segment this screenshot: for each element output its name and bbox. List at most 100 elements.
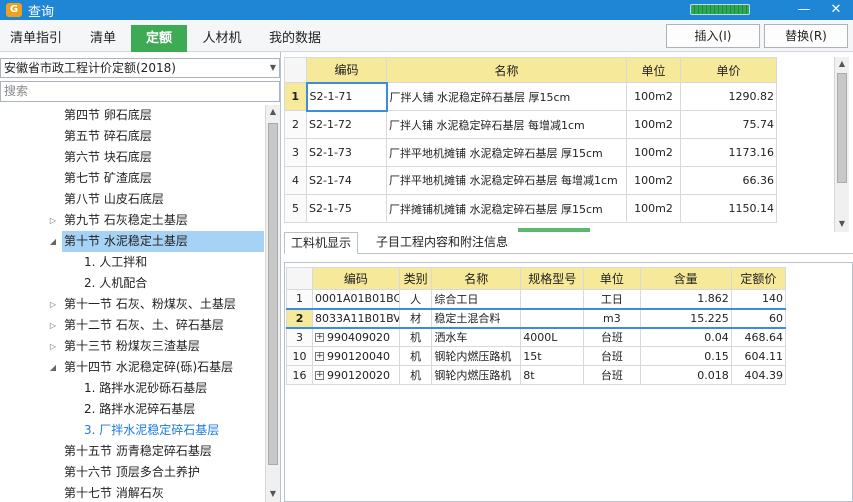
tab-material-display[interactable]: 工料机显示 [284,232,359,254]
tab-list-guide[interactable]: 清单指引 [0,25,72,52]
expand-icon[interactable]: ▷ [48,210,58,231]
tree-node[interactable]: ▷ 第十一节 石灰、粉煤灰、土基层 [0,294,264,315]
header-category[interactable]: 类别 [398,267,433,290]
header-name[interactable]: 名称 [386,57,627,83]
tree-node-selected[interactable]: ◢ 第十节 水泥稳定土基层 [0,231,264,252]
header-unit[interactable]: 单位 [626,57,681,83]
collapse-icon[interactable]: ◢ [48,231,58,252]
row-number: 1 [284,82,307,111]
tab-quota[interactable]: 定额 [131,25,187,52]
row-number: 16 [285,365,314,385]
header-code[interactable]: 编码 [306,57,387,83]
tree-node-label: 3. 厂拌水泥稳定碎石基层 [84,423,220,437]
tree-node[interactable]: 第十七节 消解石灰 [0,483,264,502]
header-name[interactable]: 名称 [431,267,522,290]
expand-icon[interactable]: ▷ [48,315,58,336]
quota-code[interactable]: S2-1-71 [305,81,388,112]
expand-icon[interactable]: ▷ [48,294,58,315]
resource-quantity[interactable]: 15.225 [639,307,732,329]
tree-node[interactable]: 第十六节 顶层多合土养护 [0,462,264,483]
tree-node-active[interactable]: 3. 厂拌水泥稳定碎石基层 [0,420,264,441]
expand-plus-icon[interactable]: + [315,352,325,361]
table-row[interactable]: 3 +990409020 机 洒水车 4000L 台班 0.04 468.64 [285,327,787,347]
standard-select-value: 安徽省市政工程计价定额(2018) [4,61,176,75]
quota-scroll-thumb[interactable] [837,73,847,183]
resource-unit: 台班 [583,327,641,347]
tree-node[interactable]: ▷ 第十三节 粉煤灰三渣基层 [0,336,264,357]
tab-work-content[interactable]: 子目工程内容和附注信息 [370,232,514,254]
standard-select[interactable]: 安徽省市政工程计价定额(2018) ▼ [0,58,280,78]
tree-node[interactable]: 第四节 卵石底层 [0,105,264,126]
tree-node[interactable]: 第八节 山皮石底层 [0,189,264,210]
scroll-down-icon[interactable]: ▼ [266,487,280,501]
tree-node[interactable]: 第五节 碎石底层 [0,126,264,147]
resource-code-cell[interactable]: +990409020 [312,327,400,347]
tree-node-label: 第十四节 水泥稳定碎(砾)石基层 [64,360,234,374]
quota-code[interactable]: S2-1-75 [306,194,387,223]
tree-node[interactable]: 2. 路拌水泥碎石基层 [0,399,264,420]
expand-icon[interactable]: ▷ [48,336,58,357]
expand-plus-icon[interactable]: + [315,333,325,343]
header-price[interactable]: 单价 [680,57,777,83]
search-input[interactable]: 搜索 [0,81,280,102]
header-quota-price[interactable]: 定额价 [730,267,787,290]
minimize-icon[interactable]: — [792,0,816,20]
tab-labor-material-machine[interactable]: 人材机 [190,25,254,52]
resource-spec [520,289,585,309]
resource-spec: 15t [520,346,585,366]
close-icon[interactable]: ✕ [824,0,848,20]
resource-code[interactable]: 8033A11B01BV [312,307,400,329]
tree-node[interactable]: 第六节 块石底层 [0,147,264,168]
tree-node[interactable]: 2. 人机配合 [0,273,264,294]
quota-code[interactable]: S2-1-73 [306,138,387,167]
header-code[interactable]: 编码 [312,267,400,290]
quota-code[interactable]: S2-1-74 [306,166,387,195]
table-row[interactable]: 3 S2-1-73 厂拌平地机摊铺 水泥稳定碎石基层 厚15cm 100m2 1… [284,138,777,167]
resource-code[interactable]: 0001A01B01BC [312,289,400,309]
scroll-up-icon[interactable]: ▲ [835,57,849,71]
resource-unit: 工日 [583,289,641,309]
resource-quantity[interactable]: 0.04 [639,327,732,347]
tree-node[interactable]: ▷ 第十二节 石灰、土、碎石基层 [0,315,264,336]
table-row[interactable]: 16 +990120020 机 钢轮内燃压路机 8t 台班 0.018 404.… [285,365,787,385]
table-row[interactable]: 10 +990120040 机 钢轮内燃压路机 15t 台班 0.15 604.… [285,346,787,366]
tree-node[interactable]: 第七节 矿渣底层 [0,168,264,189]
quota-name: 厂拌人铺 水泥稳定碎石基层 厚15cm [386,82,627,111]
table-row[interactable]: 1 0001A01B01BC 人 综合工日 工日 1.862 140 [285,289,787,309]
collapse-icon[interactable]: ◢ [48,357,58,378]
replace-button[interactable]: 替换(R) [764,24,848,48]
table-row-selected[interactable]: 2 8033A11B01BV 材 稳定土混合料 m3 15.225 60 [285,307,787,329]
resource-unit: m3 [583,307,641,329]
tree-node[interactable]: 1. 人工拌和 [0,252,264,273]
quota-scrollbar[interactable]: ▲ ▼ [834,57,849,232]
tree-scrollbar[interactable]: ▲ ▼ [265,105,280,502]
tree-node-label: 第十二节 石灰、土、碎石基层 [64,318,224,332]
header-spec[interactable]: 规格型号 [520,267,585,290]
resource-code-cell[interactable]: +990120020 [312,365,400,385]
resource-quantity[interactable]: 1.862 [639,289,732,309]
resource-price: 140 [730,289,787,309]
table-row[interactable]: 2 S2-1-72 厂拌人铺 水泥稳定碎石基层 每增减1cm 100m2 75.… [284,110,777,139]
resource-code-cell[interactable]: +990120040 [312,346,400,366]
tree-node[interactable]: ◢ 第十四节 水泥稳定碎(砾)石基层 [0,357,264,378]
tree-node[interactable]: 第十五节 沥青稳定碎石基层 [0,441,264,462]
header-unit[interactable]: 单位 [583,267,641,290]
tree-node[interactable]: 1. 路拌水泥砂砾石基层 [0,378,264,399]
quota-price: 66.36 [680,166,777,195]
table-row[interactable]: 4 S2-1-74 厂拌平地机摊铺 水泥稳定碎石基层 每增减1cm 100m2 … [284,166,777,195]
table-row[interactable]: 5 S2-1-75 厂拌摊铺机摊铺 水泥稳定碎石基层 厚15cm 100m2 1… [284,194,777,223]
expand-plus-icon[interactable]: + [315,371,325,380]
table-row[interactable]: 1 S2-1-71 厂拌人铺 水泥稳定碎石基层 厚15cm 100m2 1290… [284,81,777,112]
tab-list[interactable]: 清单 [76,25,130,52]
insert-button[interactable]: 插入(I) [666,24,760,48]
scroll-up-icon[interactable]: ▲ [266,105,280,119]
resource-quantity[interactable]: 0.15 [639,346,732,366]
header-quantity[interactable]: 含量 [639,267,732,290]
tree-scroll-thumb[interactable] [268,123,278,465]
resource-quantity[interactable]: 0.018 [639,365,732,385]
tab-my-data[interactable]: 我的数据 [258,25,332,52]
tree-node[interactable]: ▷ 第九节 石灰稳定土基层 [0,210,264,231]
scroll-down-icon[interactable]: ▼ [835,217,849,231]
quota-code[interactable]: S2-1-72 [306,110,387,139]
progress-bar [690,4,750,15]
